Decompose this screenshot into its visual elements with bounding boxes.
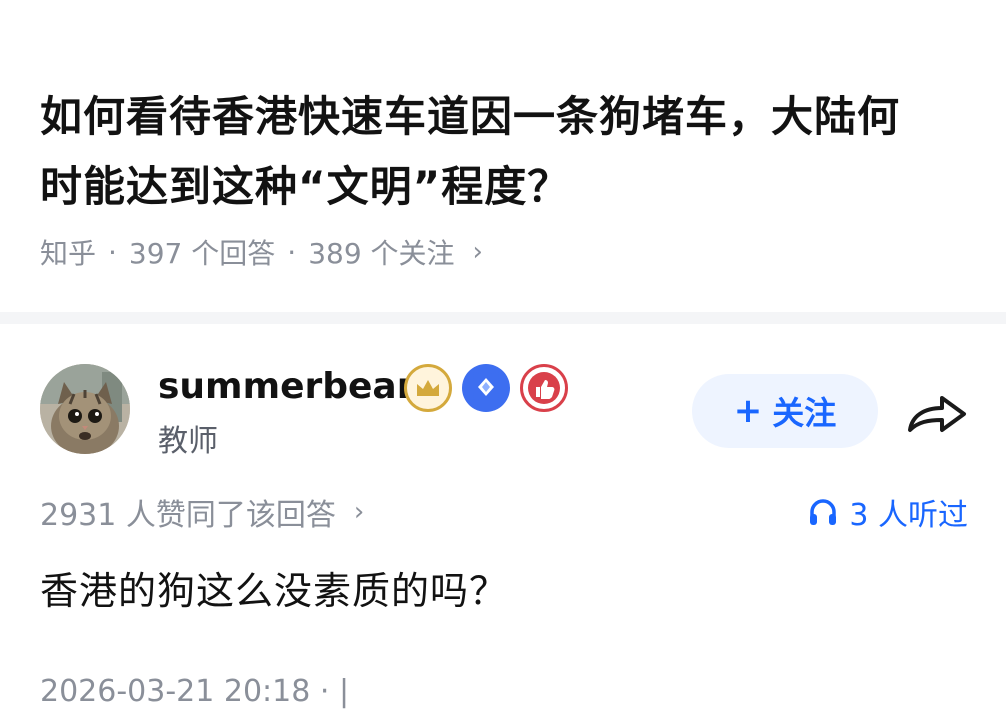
listen-label: 3 人听过 xyxy=(849,498,968,533)
follow-button[interactable]: + 关注 xyxy=(692,374,878,448)
answer-content[interactable]: 香港的狗这么没素质的吗？ xyxy=(40,560,508,615)
source-label: 知乎 xyxy=(40,237,97,270)
meta-separator: · xyxy=(108,235,117,269)
meta-separator: · xyxy=(287,235,297,269)
listen-count[interactable]: 3 人听过 xyxy=(807,490,968,534)
answers-count: 397 个回答 xyxy=(128,237,276,270)
diamond-badge-icon[interactable] xyxy=(462,364,510,412)
headphones-icon xyxy=(810,499,837,525)
answer-timestamp: 2026-03-21 20:18 · | xyxy=(40,674,350,709)
upvote-summary[interactable]: 2931 人赞同了该回答 › xyxy=(40,490,364,534)
question-meta[interactable]: 知乎 · 397 个回答 · 389 个关注 › xyxy=(40,230,483,274)
author-title: 教师 xyxy=(158,424,218,459)
thumbs-up-badge-icon[interactable] xyxy=(520,364,568,412)
followers-count: 389 个关注 xyxy=(308,237,455,270)
cat-avatar-icon xyxy=(40,364,130,454)
avatar[interactable] xyxy=(40,364,130,454)
share-arrow-icon[interactable] xyxy=(906,390,968,438)
question-title[interactable]: 如何看待香港快速车道因一条狗堵车，大陆何时能达到这种“文明”程度？ xyxy=(40,82,940,222)
crown-badge-icon[interactable] xyxy=(404,364,452,412)
content-fade-overlay xyxy=(360,664,660,706)
question-header: 如何看待香港快速车道因一条狗堵车，大陆何时能达到这种“文明”程度？ 知乎 · 3… xyxy=(0,0,1006,312)
upvote-count: 2931 人赞同了该回答 xyxy=(40,498,336,533)
chevron-right-icon[interactable]: › xyxy=(473,237,483,267)
author-name[interactable]: summerbear xyxy=(158,366,414,407)
section-divider xyxy=(0,312,1006,324)
follow-button-label: 关注 xyxy=(772,394,837,432)
chevron-right-icon: › xyxy=(353,497,365,527)
plus-icon: + xyxy=(733,391,763,431)
author-badges xyxy=(404,364,568,412)
answer-card: summerbear 教师 + 关注 2931 人赞同了该回答 › 3 人听过 … xyxy=(0,324,1006,709)
